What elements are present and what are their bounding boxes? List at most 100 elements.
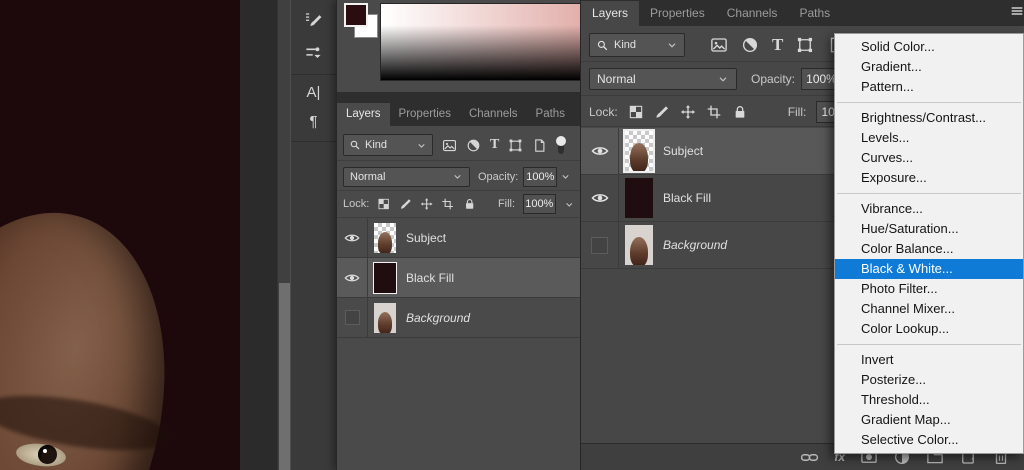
lock-all-icon[interactable] (732, 104, 748, 120)
fill-chevron-icon[interactable] (564, 199, 574, 210)
visibility-eye-icon[interactable] (344, 230, 360, 246)
tab-layers[interactable]: Layers (337, 103, 390, 126)
search-icon (349, 139, 361, 151)
menu-item-black-and-white[interactable]: Black & White... (835, 259, 1023, 279)
filter-type-layers-icon[interactable]: T (490, 137, 499, 153)
layer-thumbnail[interactable] (625, 225, 653, 265)
floating-lock-row: Lock: Fill: 100% (337, 191, 580, 218)
layer-row-black-fill[interactable]: Black Fill (337, 258, 580, 298)
menu-item-vibrance[interactable]: Vibrance... (835, 199, 1023, 219)
link-layers-icon[interactable] (800, 448, 819, 467)
menu-item-selective-color[interactable]: Selective Color... (835, 430, 1023, 450)
foreground-color-swatch[interactable] (344, 3, 368, 27)
lock-paint-icon[interactable] (399, 197, 412, 211)
kind-filter-dropdown[interactable]: Kind (589, 33, 685, 57)
filter-pixel-layers-icon[interactable] (710, 36, 728, 54)
vertical-scrollbar[interactable] (277, 0, 291, 470)
layer-thumbnail[interactable] (374, 222, 396, 253)
lock-position-icon[interactable] (680, 104, 696, 120)
panel-menu-icon[interactable] (1009, 4, 1024, 20)
filter-type-layers-icon[interactable]: T (772, 35, 783, 55)
lock-all-icon[interactable] (463, 197, 476, 211)
layer-thumbnail[interactable] (625, 178, 653, 218)
lock-artboard-icon[interactable] (706, 104, 722, 120)
menu-item-color-lookup[interactable]: Color Lookup... (835, 319, 1023, 339)
color-panel (337, 0, 581, 92)
floating-panel-tabbar: Layers Properties Channels Paths (337, 92, 580, 126)
adjustment-layer-menu: Solid Color... Gradient... Pattern... Br… (834, 33, 1024, 454)
tab-channels[interactable]: Channels (460, 103, 527, 126)
opacity-value[interactable]: 100% (523, 166, 558, 187)
tab-properties[interactable]: Properties (639, 1, 716, 26)
filter-pixel-layers-icon[interactable] (442, 138, 457, 153)
character-panel-icon[interactable]: A| (307, 85, 321, 100)
visibility-eye-icon[interactable] (591, 142, 609, 160)
dock-group-type: A| ¶ (291, 75, 336, 142)
filter-shape-layers-icon[interactable] (508, 138, 523, 153)
filter-adjustment-layers-icon[interactable] (741, 36, 759, 54)
visibility-eye-icon[interactable] (591, 189, 609, 207)
menu-item-brightness-contrast[interactable]: Brightness/Contrast... (835, 108, 1023, 128)
layer-name: Background (406, 310, 471, 325)
opacity-chevron-icon[interactable] (560, 171, 571, 182)
menu-separator (837, 102, 1021, 103)
layer-filter-toggle[interactable] (556, 136, 567, 154)
blend-mode-value: Normal (597, 72, 636, 86)
menu-item-curves[interactable]: Curves... (835, 148, 1023, 168)
toggle-knob (556, 136, 567, 146)
tab-paths[interactable]: Paths (788, 1, 841, 26)
layer-thumbnail[interactable] (623, 129, 655, 173)
opacity-value-text: 100% (526, 170, 555, 183)
blend-mode-dropdown[interactable]: Normal (343, 166, 470, 187)
tab-channels[interactable]: Channels (716, 1, 789, 26)
menu-separator (837, 193, 1021, 194)
menu-item-posterize[interactable]: Posterize... (835, 370, 1023, 390)
lock-transparency-icon[interactable] (377, 197, 390, 211)
filter-adjustment-layers-icon[interactable] (466, 138, 481, 153)
layer-row-background[interactable]: Background (337, 298, 580, 338)
fill-value[interactable]: 100% (523, 194, 556, 214)
visibility-empty-well[interactable] (591, 236, 608, 254)
blend-mode-dropdown[interactable]: Normal (589, 68, 737, 90)
filter-smart-objects-icon[interactable] (532, 138, 547, 153)
thumbnail-face (630, 143, 648, 171)
toggle-stem (558, 146, 565, 154)
visibility-empty-well[interactable] (344, 310, 360, 325)
scrollbar-thumb[interactable] (279, 283, 290, 470)
layer-row-subject[interactable]: Subject (337, 218, 580, 258)
menu-item-pattern[interactable]: Pattern... (835, 77, 1023, 97)
layer-name: Black Fill (663, 191, 712, 205)
filter-shape-layers-icon[interactable] (796, 36, 814, 54)
menu-item-solid-color[interactable]: Solid Color... (835, 37, 1023, 57)
menu-item-hue-saturation[interactable]: Hue/Saturation... (835, 219, 1023, 239)
layer-thumbnail[interactable] (373, 261, 397, 294)
lock-position-icon[interactable] (420, 197, 433, 211)
menu-item-gradient-map[interactable]: Gradient Map... (835, 410, 1023, 430)
tab-layers[interactable]: Layers (581, 1, 640, 26)
menu-item-color-balance[interactable]: Color Balance... (835, 239, 1023, 259)
menu-item-photo-filter[interactable]: Photo Filter... (835, 279, 1023, 299)
tab-properties[interactable]: Properties (390, 103, 460, 126)
menu-item-levels[interactable]: Levels... (835, 128, 1023, 148)
layer-thumbnail[interactable] (374, 302, 396, 333)
menu-item-invert[interactable]: Invert (835, 350, 1023, 370)
brushes-icon[interactable] (304, 43, 323, 62)
paragraph-panel-icon[interactable]: ¶ (309, 114, 317, 129)
lock-artboard-icon[interactable] (441, 197, 454, 211)
kind-filter-dropdown[interactable]: Kind (343, 134, 433, 156)
photoshop-workspace: A| ¶ Layers Properties Channels Paths Ki… (0, 0, 1024, 470)
search-icon (596, 39, 609, 52)
layer-name: Subject (406, 230, 447, 245)
menu-item-channel-mixer[interactable]: Channel Mixer... (835, 299, 1023, 319)
document-canvas[interactable] (0, 0, 240, 470)
brush-settings-icon[interactable] (304, 10, 323, 29)
menu-item-threshold[interactable]: Threshold... (835, 390, 1023, 410)
tab-paths[interactable]: Paths (527, 103, 574, 126)
menu-item-gradient[interactable]: Gradient... (835, 57, 1023, 77)
color-field-gradient[interactable] (380, 3, 581, 81)
menu-item-exposure[interactable]: Exposure... (835, 168, 1023, 188)
lock-paint-icon[interactable] (654, 104, 670, 120)
visibility-eye-icon[interactable] (344, 270, 360, 286)
panel-icon-dock: A| ¶ (290, 0, 336, 470)
lock-transparency-icon[interactable] (628, 104, 644, 120)
